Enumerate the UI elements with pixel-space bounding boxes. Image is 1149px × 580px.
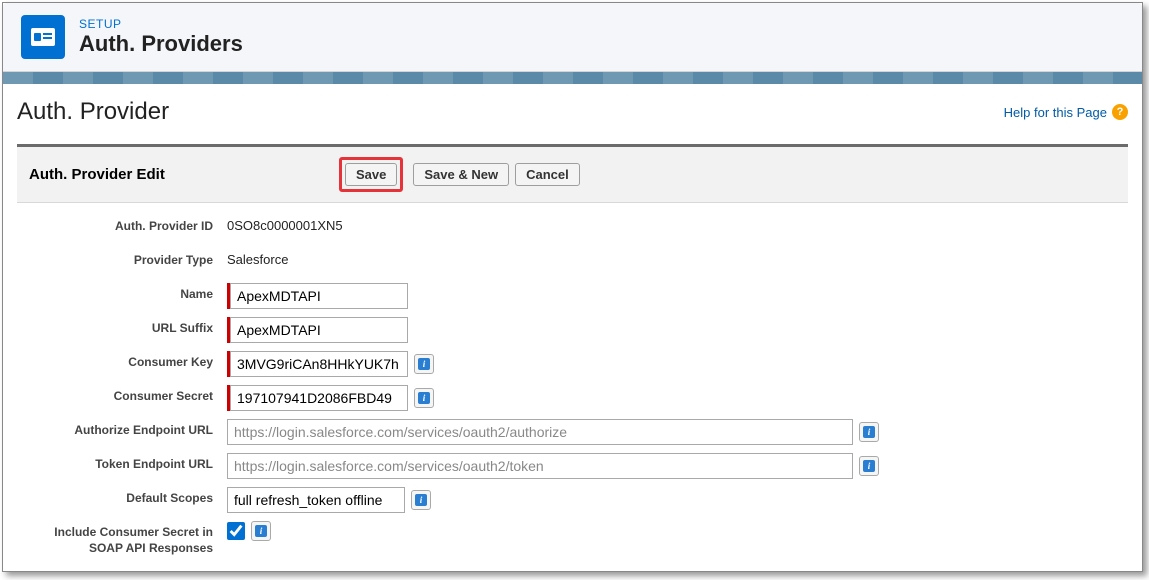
row-token-url: Token Endpoint URL i bbox=[29, 453, 1116, 479]
info-icon: i bbox=[863, 426, 875, 438]
row-default-scopes: Default Scopes i bbox=[29, 487, 1116, 513]
row-include-secret: Include Consumer Secret in SOAP API Resp… bbox=[29, 521, 1116, 556]
decorative-strip bbox=[3, 72, 1142, 84]
breadcrumb-row: Auth. Provider Help for this Page ? bbox=[17, 98, 1128, 126]
info-button-default-scopes[interactable]: i bbox=[411, 490, 431, 510]
consumer-key-input[interactable] bbox=[230, 351, 408, 377]
label-provider-type: Provider Type bbox=[29, 249, 227, 269]
content-scroll-area[interactable]: Auth. Provider Help for this Page ? Auth… bbox=[3, 84, 1142, 572]
consumer-secret-input[interactable] bbox=[230, 385, 408, 411]
scroll-spacer bbox=[17, 564, 1128, 572]
value-provider-type: Salesforce bbox=[227, 249, 288, 267]
header-titles: SETUP Auth. Providers bbox=[79, 17, 243, 57]
page-title: Auth. Providers bbox=[79, 31, 243, 57]
row-consumer-key: Consumer Key i bbox=[29, 351, 1116, 377]
label-consumer-key: Consumer Key bbox=[29, 351, 227, 371]
page-heading: Auth. Provider bbox=[17, 98, 169, 126]
button-group: Save Save & New Cancel bbox=[339, 157, 580, 192]
token-url-input[interactable] bbox=[227, 453, 853, 479]
edit-panel: Auth. Provider Edit Save Save & New Canc… bbox=[17, 144, 1128, 556]
info-button-token-url[interactable]: i bbox=[859, 456, 879, 476]
label-authorize-url: Authorize Endpoint URL bbox=[29, 419, 227, 439]
form-body: Auth. Provider ID 0SO8c0000001XN5 Provid… bbox=[17, 203, 1128, 556]
save-button[interactable]: Save bbox=[345, 163, 397, 186]
help-link-label: Help for this Page bbox=[1004, 105, 1107, 120]
label-consumer-secret: Consumer Secret bbox=[29, 385, 227, 405]
help-icon: ? bbox=[1112, 104, 1128, 120]
cancel-button[interactable]: Cancel bbox=[515, 163, 580, 186]
panel-title: Auth. Provider Edit bbox=[29, 166, 319, 183]
save-and-new-button[interactable]: Save & New bbox=[413, 163, 509, 186]
include-secret-checkbox[interactable] bbox=[227, 522, 245, 540]
info-button-consumer-key[interactable]: i bbox=[414, 354, 434, 374]
row-consumer-secret: Consumer Secret i bbox=[29, 385, 1116, 411]
info-icon: i bbox=[415, 494, 427, 506]
default-scopes-input[interactable] bbox=[227, 487, 405, 513]
panel-header: Auth. Provider Edit Save Save & New Canc… bbox=[17, 147, 1128, 203]
info-button-consumer-secret[interactable]: i bbox=[414, 388, 434, 408]
row-name: Name bbox=[29, 283, 1116, 309]
row-url-suffix: URL Suffix bbox=[29, 317, 1116, 343]
label-url-suffix: URL Suffix bbox=[29, 317, 227, 337]
app-window: SETUP Auth. Providers Auth. Provider Hel… bbox=[2, 2, 1143, 572]
label-provider-id: Auth. Provider ID bbox=[29, 215, 227, 235]
row-provider-id: Auth. Provider ID 0SO8c0000001XN5 bbox=[29, 215, 1116, 241]
url-suffix-input[interactable] bbox=[230, 317, 408, 343]
info-icon: i bbox=[418, 392, 430, 404]
help-link[interactable]: Help for this Page ? bbox=[1004, 104, 1128, 120]
row-provider-type: Provider Type Salesforce bbox=[29, 249, 1116, 275]
info-icon: i bbox=[863, 460, 875, 472]
info-button-include-secret[interactable]: i bbox=[251, 521, 271, 541]
setup-eyebrow: SETUP bbox=[79, 17, 243, 31]
save-highlight-box: Save bbox=[339, 157, 403, 192]
info-icon: i bbox=[418, 358, 430, 370]
info-button-authorize-url[interactable]: i bbox=[859, 422, 879, 442]
label-token-url: Token Endpoint URL bbox=[29, 453, 227, 473]
label-default-scopes: Default Scopes bbox=[29, 487, 227, 507]
label-include-secret: Include Consumer Secret in SOAP API Resp… bbox=[29, 521, 227, 556]
info-icon: i bbox=[255, 525, 267, 537]
authorize-url-input[interactable] bbox=[227, 419, 853, 445]
setup-header: SETUP Auth. Providers bbox=[3, 3, 1142, 72]
label-name: Name bbox=[29, 283, 227, 303]
name-input[interactable] bbox=[230, 283, 408, 309]
value-provider-id: 0SO8c0000001XN5 bbox=[227, 215, 343, 233]
row-authorize-url: Authorize Endpoint URL i bbox=[29, 419, 1116, 445]
id-card-icon bbox=[21, 15, 65, 59]
